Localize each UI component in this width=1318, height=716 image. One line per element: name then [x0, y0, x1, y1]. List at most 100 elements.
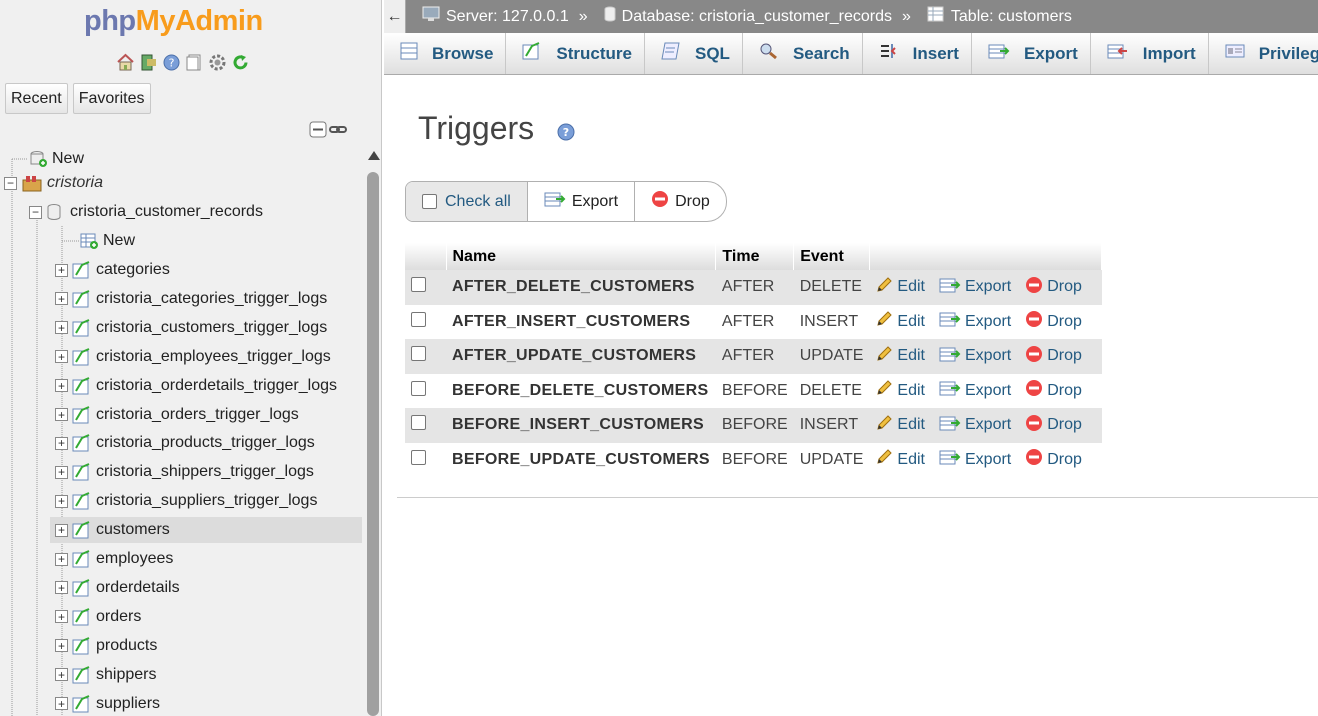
breadcrumb-database[interactable]: Database: cristoria_customer_records	[604, 6, 892, 27]
sidebar-table-item[interactable]: + cristoria_employees_trigger_logs	[50, 344, 362, 370]
sidebar-table-item[interactable]: + suppliers	[50, 691, 362, 716]
tab-privileges[interactable]: Privileges	[1209, 33, 1318, 74]
sidebar-table-item[interactable]: + cristoria_orderdetails_trigger_logs	[50, 373, 362, 399]
tab-structure[interactable]: Structure	[506, 33, 645, 74]
help-icon[interactable]: ?	[162, 53, 181, 72]
check-all-button[interactable]: Check all	[406, 182, 528, 221]
edit-link[interactable]: Edit	[875, 345, 925, 368]
header-time[interactable]: Time	[715, 243, 795, 270]
scrollbar-thumb[interactable]	[367, 172, 379, 716]
edit-link[interactable]: Edit	[875, 379, 925, 402]
export-link[interactable]: Export	[939, 345, 1011, 368]
sidebar-table-item[interactable]: + orderdetails	[50, 575, 362, 601]
sidebar-table-item[interactable]: + products	[50, 633, 362, 659]
sidebar-table-item[interactable]: + employees	[50, 546, 362, 572]
export-link[interactable]: Export	[939, 310, 1011, 333]
tree-item-cristoria[interactable]: − cristoria	[4, 170, 103, 196]
sidebar-table-item[interactable]: + cristoria_customers_trigger_logs	[50, 315, 362, 341]
expand-icon[interactable]: +	[55, 697, 68, 710]
export-link[interactable]: Export	[939, 414, 1011, 437]
gear-icon[interactable]	[208, 53, 227, 72]
header-event[interactable]: Event	[793, 243, 870, 270]
expand-icon[interactable]: +	[55, 523, 68, 537]
docs-icon[interactable]	[185, 53, 204, 72]
edit-link[interactable]: Edit	[875, 448, 925, 471]
help-icon[interactable]: ?	[557, 123, 575, 146]
collapse-icon[interactable]: −	[29, 205, 42, 219]
edit-link[interactable]: Edit	[875, 414, 925, 437]
sidebar-table-item[interactable]: + cristoria_orders_trigger_logs	[50, 402, 362, 428]
expand-icon[interactable]: +	[55, 436, 68, 450]
tree-item-new-database[interactable]: New	[28, 146, 84, 172]
tree-item-new-table[interactable]: New	[80, 228, 135, 254]
logout-icon[interactable]	[139, 53, 158, 72]
drop-link[interactable]: Drop	[1025, 448, 1082, 471]
tab-browse[interactable]: Browse	[384, 33, 507, 74]
expand-icon[interactable]: +	[55, 552, 68, 566]
expand-icon[interactable]: +	[55, 379, 68, 393]
tab-export[interactable]: Export	[972, 33, 1091, 74]
sidebar-table-item[interactable]: + cristoria_suppliers_trigger_logs	[50, 488, 362, 514]
back-arrow-icon[interactable]: ←	[384, 0, 406, 33]
drop-link[interactable]: Drop	[1025, 276, 1082, 299]
tab-sql[interactable]: SQL	[645, 33, 743, 74]
expand-icon[interactable]: +	[55, 408, 68, 421]
row-checkbox[interactable]	[411, 415, 426, 431]
drop-link[interactable]: Drop	[1025, 345, 1082, 368]
row-checkbox[interactable]	[411, 449, 426, 465]
export-link[interactable]: Export	[939, 448, 1011, 471]
export-link[interactable]: Export	[939, 276, 1011, 299]
expand-icon[interactable]: +	[55, 610, 68, 624]
expand-icon[interactable]: +	[55, 350, 68, 364]
header-name[interactable]: Name	[446, 243, 717, 270]
breadcrumb-server[interactable]: Server: 127.0.0.1	[422, 6, 569, 27]
phpmyadmin-logo[interactable]: phpMyAdmin	[84, 5, 263, 38]
tab-search[interactable]: Search	[743, 33, 863, 74]
row-checkbox[interactable]	[411, 311, 426, 327]
bulk-drop-button[interactable]: Drop	[635, 182, 726, 221]
sidebar-table-item[interactable]: + cristoria_products_trigger_logs	[50, 430, 362, 456]
edit-link[interactable]: Edit	[875, 310, 925, 333]
tab-insert[interactable]: Insert	[863, 33, 972, 74]
bulk-export-button[interactable]: Export	[528, 182, 636, 221]
drop-link[interactable]: Drop	[1025, 379, 1082, 402]
sidebar-table-item[interactable]: + orders	[50, 604, 362, 630]
expand-icon[interactable]: +	[55, 581, 68, 595]
check-all-checkbox[interactable]	[422, 194, 437, 209]
edit-link[interactable]: Edit	[875, 276, 925, 299]
drop-link[interactable]: Drop	[1025, 414, 1082, 437]
expand-icon[interactable]: +	[55, 668, 68, 682]
reload-icon[interactable]	[231, 53, 250, 72]
breadcrumb: ← Server: 127.0.0.1 » Database: cristori…	[384, 0, 1318, 33]
sidebar-table-item[interactable]: + shippers	[50, 662, 362, 688]
expand-icon[interactable]: +	[55, 639, 68, 653]
row-checkbox[interactable]	[411, 380, 426, 396]
sidebar-scrollbar[interactable]	[365, 146, 381, 716]
sidebar-table-item[interactable]: + customers	[50, 517, 362, 544]
row-checkbox[interactable]	[411, 277, 426, 293]
row-checkbox[interactable]	[411, 346, 426, 362]
expand-icon[interactable]: +	[55, 321, 68, 335]
recent-button[interactable]: Recent	[5, 83, 68, 114]
expand-icon[interactable]: +	[55, 292, 68, 306]
home-icon[interactable]	[116, 53, 135, 72]
scroll-up-arrow-icon[interactable]	[368, 151, 380, 160]
insert-icon	[879, 42, 899, 65]
expand-icon[interactable]: +	[55, 263, 68, 277]
tree-item-database[interactable]: − cristoria_customer_records	[29, 199, 263, 225]
favorites-button[interactable]: Favorites	[72, 83, 151, 114]
drop-link[interactable]: Drop	[1025, 310, 1082, 333]
database-icon	[47, 204, 61, 220]
row-actions: Edit Export Drop	[869, 442, 1102, 477]
export-link[interactable]: Export	[939, 379, 1011, 402]
collapse-icon[interactable]: −	[4, 176, 17, 190]
link-icon[interactable]	[329, 121, 347, 143]
expand-icon[interactable]: +	[55, 494, 68, 508]
expand-icon[interactable]: +	[55, 465, 68, 479]
sidebar-table-item[interactable]: + cristoria_categories_trigger_logs	[50, 286, 362, 312]
breadcrumb-table[interactable]: Table: customers	[927, 6, 1072, 27]
collapse-all-icon[interactable]	[309, 121, 327, 143]
tab-import[interactable]: Import	[1091, 33, 1209, 74]
sidebar-table-item[interactable]: + categories	[50, 257, 362, 283]
sidebar-table-item[interactable]: + cristoria_shippers_trigger_logs	[50, 459, 362, 485]
